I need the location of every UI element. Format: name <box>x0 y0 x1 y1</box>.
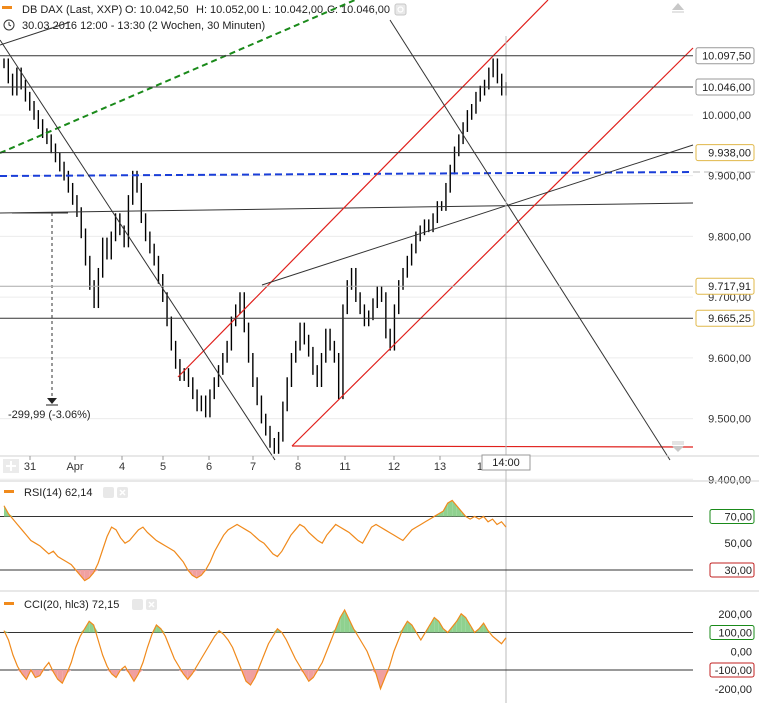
cci-settings-icon[interactable] <box>132 599 143 610</box>
indicator-level-label: 30,00 <box>724 565 752 577</box>
time-tick-label: 8 <box>295 461 301 473</box>
time-tick-label: Apr <box>66 461 83 473</box>
time-tick-label: 13 <box>434 461 446 473</box>
indicator-level-label: 0,00 <box>731 646 752 658</box>
time-tick-label: 4 <box>119 461 125 473</box>
ohlc-low: L: 10.042,00 <box>262 4 323 16</box>
price-tag-label: 9.717,91 <box>708 281 751 293</box>
price-tick-label: 9.600,00 <box>708 353 751 365</box>
header-settings-icon[interactable] <box>394 3 407 16</box>
indicator-level-label: 200,00 <box>718 609 752 621</box>
price-tag-label: 9.665,25 <box>708 313 751 325</box>
chart-svg: DB DAX (Last, XXP) O: 10.042,50 H: 10.05… <box>0 0 759 703</box>
price-tag-label: 10.046,00 <box>702 82 751 94</box>
ohlc-close: C: 10.046,00 <box>327 4 390 16</box>
time-tick-label: 12 <box>388 461 400 473</box>
time-tick-label: 6 <box>206 461 212 473</box>
chart-stage: DB DAX (Last, XXP) O: 10.042,50 H: 10.05… <box>0 0 759 703</box>
instrument-label: DB DAX (Last, XXP) <box>22 4 122 16</box>
time-tick-label: 7 <box>250 461 256 473</box>
ohlc-open: O: 10.042,50 <box>125 4 189 16</box>
crosshair-time-tag: 14:00 <box>481 454 531 471</box>
add-panel-icon[interactable] <box>3 459 19 473</box>
rsi-settings-icon[interactable] <box>103 487 114 498</box>
price-tag-label: 10.097,50 <box>702 51 751 63</box>
indicator-level-label: 100,00 <box>718 628 752 640</box>
time-tick-label: 11 <box>339 461 350 473</box>
indicator-level-label: -200,00 <box>715 684 752 696</box>
cci-title: CCI(20, hlc3) 72,15 <box>24 599 119 611</box>
instrument-color-marker <box>2 6 12 9</box>
ohlc-high: H: 10.052,00 <box>196 4 259 16</box>
time-tick-label: 31 <box>24 461 36 473</box>
crosshair-time-label: 14:00 <box>492 457 520 469</box>
price-tick-label: 9.500,00 <box>708 414 751 426</box>
price-tag-label: 9.938,00 <box>708 148 751 160</box>
price-tick-label: 9.800,00 <box>708 231 751 243</box>
price-tick-label: 10.000,00 <box>702 110 751 122</box>
cci-close-icon[interactable] <box>146 599 157 610</box>
time-tick-label: 5 <box>160 461 166 473</box>
rsi-close-icon[interactable] <box>117 487 128 498</box>
indicator-level-label: -100,00 <box>715 665 752 677</box>
price-tick-label: 9.900,00 <box>708 171 751 183</box>
measurement-label: -299,99 (-3.06%) <box>8 409 91 421</box>
price-tick-label: 9.400,00 <box>708 474 751 486</box>
indicator-level-label: 50,00 <box>724 538 752 550</box>
indicator-level-label: 70,00 <box>724 511 752 523</box>
rsi-title: RSI(14) 62,14 <box>24 487 92 499</box>
